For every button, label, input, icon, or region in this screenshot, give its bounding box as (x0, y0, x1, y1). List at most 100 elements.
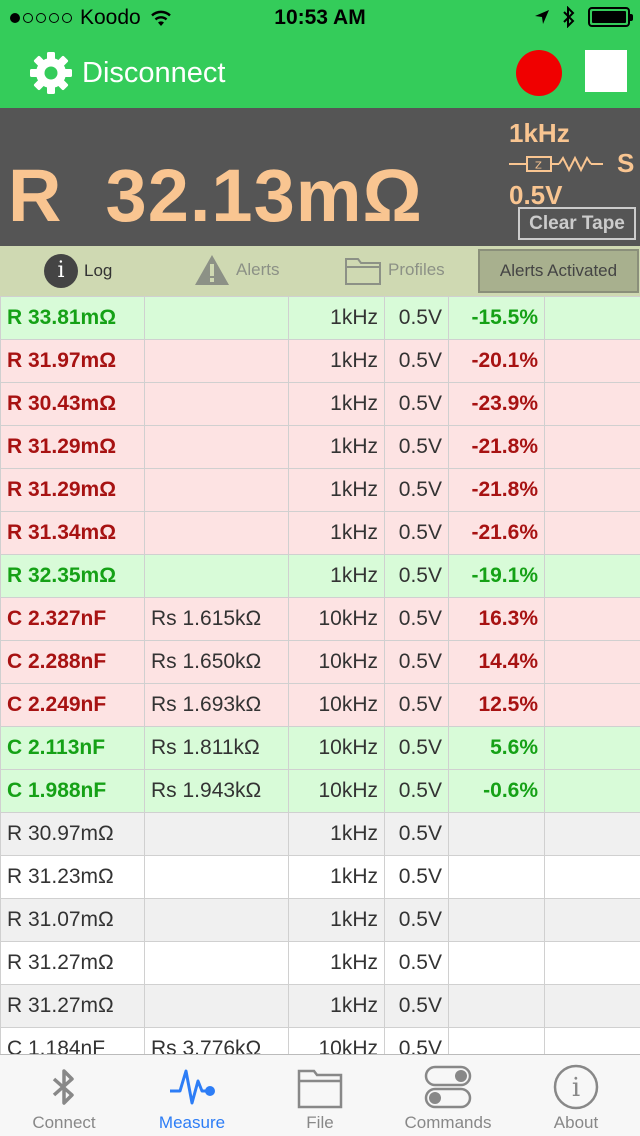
log-reading: C 2.249nF (0, 683, 145, 727)
folder-icon (345, 258, 381, 285)
log-secondary: Rs 1.943kΩ (144, 769, 289, 813)
log-voltage: 0.5V (384, 339, 449, 383)
profiles-button[interactable]: Profiles (344, 254, 445, 286)
log-row[interactable]: R 31.29mΩ 1kHz 0.5V -21.8% (0, 468, 640, 512)
log-reading: R 31.29mΩ (0, 468, 145, 512)
tab-file[interactable]: File (256, 1055, 384, 1136)
clear-tape-button[interactable]: Clear Tape (518, 207, 636, 240)
log-row[interactable]: C 2.327nF Rs 1.615kΩ 10kHz 0.5V 16.3% (0, 597, 640, 641)
circuit-mode: Z S (509, 148, 634, 179)
log-row[interactable]: R 30.97mΩ 1kHz 0.5V (0, 812, 640, 856)
tab-measure-label: Measure (158, 1113, 226, 1132)
record-button[interactable] (516, 50, 562, 96)
log-frequency: 10kHz (288, 597, 385, 641)
log-deviation: -21.6% (448, 511, 545, 555)
measurement-display: R 32.13mΩ 1kHz Z S 0.5V Clear Tape (0, 108, 640, 246)
log-row[interactable]: C 1.988nF Rs 1.943kΩ 10kHz 0.5V -0.6% (0, 769, 640, 813)
svg-text:i: i (572, 1073, 580, 1103)
tab-connect[interactable]: Connect (0, 1055, 128, 1136)
log-row[interactable]: R 31.07mΩ 1kHz 0.5V (0, 898, 640, 942)
log-deviation (448, 812, 545, 856)
log-row[interactable]: R 31.27mΩ 1kHz 0.5V (0, 984, 640, 1028)
log-voltage: 0.5V (384, 855, 449, 899)
log-secondary (144, 984, 289, 1028)
log-frequency: 1kHz (288, 511, 385, 555)
log-secondary: Rs 1.615kΩ (144, 597, 289, 641)
log-spare (544, 339, 640, 383)
log-secondary (144, 382, 289, 426)
log-deviation: 14.4% (448, 640, 545, 684)
log-voltage: 0.5V (384, 597, 449, 641)
log-row[interactable]: R 31.97mΩ 1kHz 0.5V -20.1% (0, 339, 640, 383)
log-row[interactable]: C 2.249nF Rs 1.693kΩ 10kHz 0.5V 12.5% (0, 683, 640, 727)
log-spare (544, 640, 640, 684)
log-deviation: -19.1% (448, 554, 545, 598)
tab-bar: Connect Measure File Commands i About (0, 1054, 640, 1136)
log-secondary (144, 511, 289, 555)
log-frequency: 10kHz (288, 683, 385, 727)
log-frequency: 10kHz (288, 726, 385, 770)
log-voltage: 0.5V (384, 984, 449, 1028)
log-secondary (144, 554, 289, 598)
log-row[interactable]: R 30.43mΩ 1kHz 0.5V -23.9% (0, 382, 640, 426)
svg-text:Z: Z (535, 160, 542, 171)
log-secondary: Rs 1.650kΩ (144, 640, 289, 684)
log-secondary (144, 425, 289, 469)
log-reading: C 2.327nF (0, 597, 145, 641)
log-reading: R 31.23mΩ (0, 855, 145, 899)
log-reading: R 30.43mΩ (0, 382, 145, 426)
log-deviation: -23.9% (448, 382, 545, 426)
alerts-label: Alerts (236, 260, 280, 279)
log-deviation (448, 984, 545, 1028)
tab-about[interactable]: i About (512, 1055, 640, 1136)
log-row[interactable]: C 1.184nF Rs 3.776kΩ 10kHz 0.5V (0, 1027, 640, 1054)
log-secondary (144, 296, 289, 340)
info-icon: i (44, 254, 78, 288)
log-toolbar: i Log Alerts Profiles Alerts Activated (0, 246, 640, 296)
log-spare (544, 726, 640, 770)
log-spare (544, 425, 640, 469)
tab-commands[interactable]: Commands (384, 1055, 512, 1136)
log-spare (544, 855, 640, 899)
disconnect-button[interactable]: Disconnect (28, 50, 225, 96)
toggles-icon (424, 1065, 472, 1109)
log-spare (544, 984, 640, 1028)
alerts-button[interactable]: Alerts (194, 254, 279, 286)
alerts-activated-button[interactable]: Alerts Activated (478, 249, 639, 293)
log-row[interactable]: R 31.29mΩ 1kHz 0.5V -21.8% (0, 425, 640, 469)
log-row[interactable]: R 33.81mΩ 1kHz 0.5V -15.5% (0, 296, 640, 340)
log-voltage: 0.5V (384, 425, 449, 469)
tab-measure[interactable]: Measure (128, 1055, 256, 1136)
log-frequency: 1kHz (288, 382, 385, 426)
log-button[interactable]: i Log (44, 254, 112, 288)
log-frequency: 10kHz (288, 769, 385, 813)
bluetooth-icon (52, 1069, 74, 1105)
log-row[interactable]: C 2.113nF Rs 1.811kΩ 10kHz 0.5V 5.6% (0, 726, 640, 770)
log-deviation: 12.5% (448, 683, 545, 727)
test-frequency: 1kHz (509, 118, 570, 148)
log-spare (544, 769, 640, 813)
battery-icon (588, 7, 633, 27)
log-row[interactable]: R 32.35mΩ 1kHz 0.5V -19.1% (0, 554, 640, 598)
log-row[interactable]: C 2.288nF Rs 1.650kΩ 10kHz 0.5V 14.4% (0, 640, 640, 684)
log-reading: C 1.184nF (0, 1027, 145, 1054)
stop-button[interactable] (585, 50, 627, 92)
measurement-log[interactable]: R 33.81mΩ 1kHz 0.5V -15.5% R 31.97mΩ 1kHz 0.5V… (0, 296, 640, 1054)
status-bar: Koodo 10:53 AM (0, 0, 640, 36)
log-row[interactable]: R 31.23mΩ 1kHz 0.5V (0, 855, 640, 899)
log-secondary: Rs 3.776kΩ (144, 1027, 289, 1054)
log-row[interactable]: R 31.27mΩ 1kHz 0.5V (0, 941, 640, 985)
log-row[interactable]: R 31.34mΩ 1kHz 0.5V -21.6% (0, 511, 640, 555)
primary-reading: R 32.13mΩ (8, 154, 423, 237)
log-voltage: 0.5V (384, 726, 449, 770)
log-reading: R 31.27mΩ (0, 984, 145, 1028)
tab-commands-label: Commands (404, 1113, 492, 1132)
log-voltage: 0.5V (384, 554, 449, 598)
series-circuit-icon: Z (509, 155, 603, 172)
log-reading: C 1.988nF (0, 769, 145, 813)
log-voltage: 0.5V (384, 898, 449, 942)
log-voltage: 0.5V (384, 640, 449, 684)
pulse-icon (170, 1069, 215, 1105)
tab-about-label: About (553, 1113, 599, 1132)
log-frequency: 1kHz (288, 898, 385, 942)
